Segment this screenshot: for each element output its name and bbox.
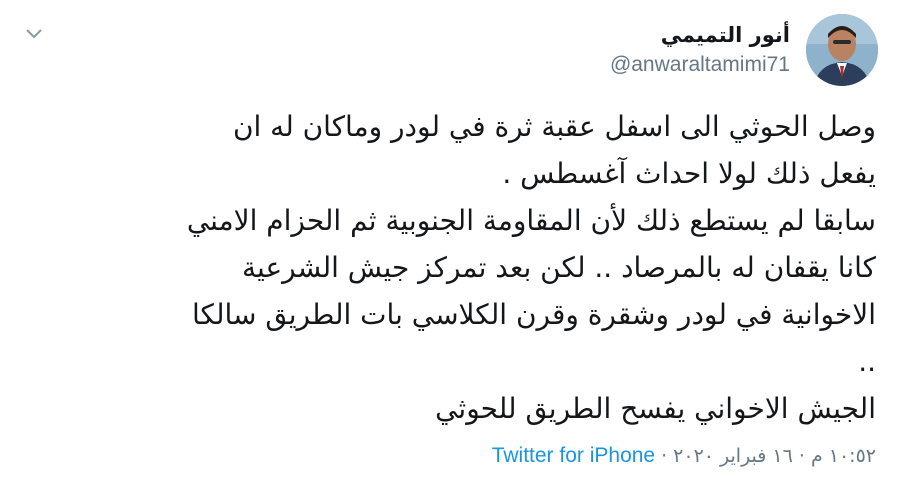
tweet-line: يفعل ذلك لولا احداث آغسطس .	[502, 157, 876, 190]
tweet-line: كانا يقفان له بالمرصاد .. لكن بعد تمركز …	[242, 251, 876, 284]
tweet-line: سابقا لم يستطع ذلك لأن المقاومة الجنوبية…	[186, 204, 876, 237]
chevron-down-icon	[26, 29, 42, 39]
tweet-line: ..	[858, 345, 876, 378]
tweet-line: الجيش الاخواني يفسح الطريق للحوثي	[435, 392, 876, 425]
tweet-line: الاخوانية في لودر وشقرة وقرن الكلاسي بات…	[191, 298, 876, 331]
author-handle[interactable]: @anwaraltamimi71	[610, 52, 790, 78]
tweet-card: أنور التميمي @anwaraltamimi71 وصل الحوثي…	[0, 0, 898, 495]
tweet-meta: Twitter for iPhone · ١٠:٥٢ م · ١٦ فبراير ٢…	[492, 444, 876, 468]
tweet-line: وصل الحوثي الى اسفل عقبة ثرة في لودر وما…	[232, 110, 876, 143]
author-display-name[interactable]: أنور التميمي	[610, 22, 790, 48]
tweet-timestamp[interactable]: ١٠:٥٢ م · ١٦ فبراير ٢٠٢٠	[673, 445, 876, 467]
tweet-text: وصل الحوثي الى اسفل عقبة ثرة في لودر وما…	[96, 103, 876, 432]
author-block: أنور التميمي @anwaraltamimi71	[610, 22, 790, 78]
tweet-menu-button[interactable]	[20, 20, 48, 48]
avatar[interactable]	[806, 14, 878, 86]
meta-separator: ·	[661, 445, 668, 467]
profile-photo-icon	[806, 14, 878, 86]
tweet-source-link[interactable]: Twitter for iPhone	[492, 444, 655, 467]
